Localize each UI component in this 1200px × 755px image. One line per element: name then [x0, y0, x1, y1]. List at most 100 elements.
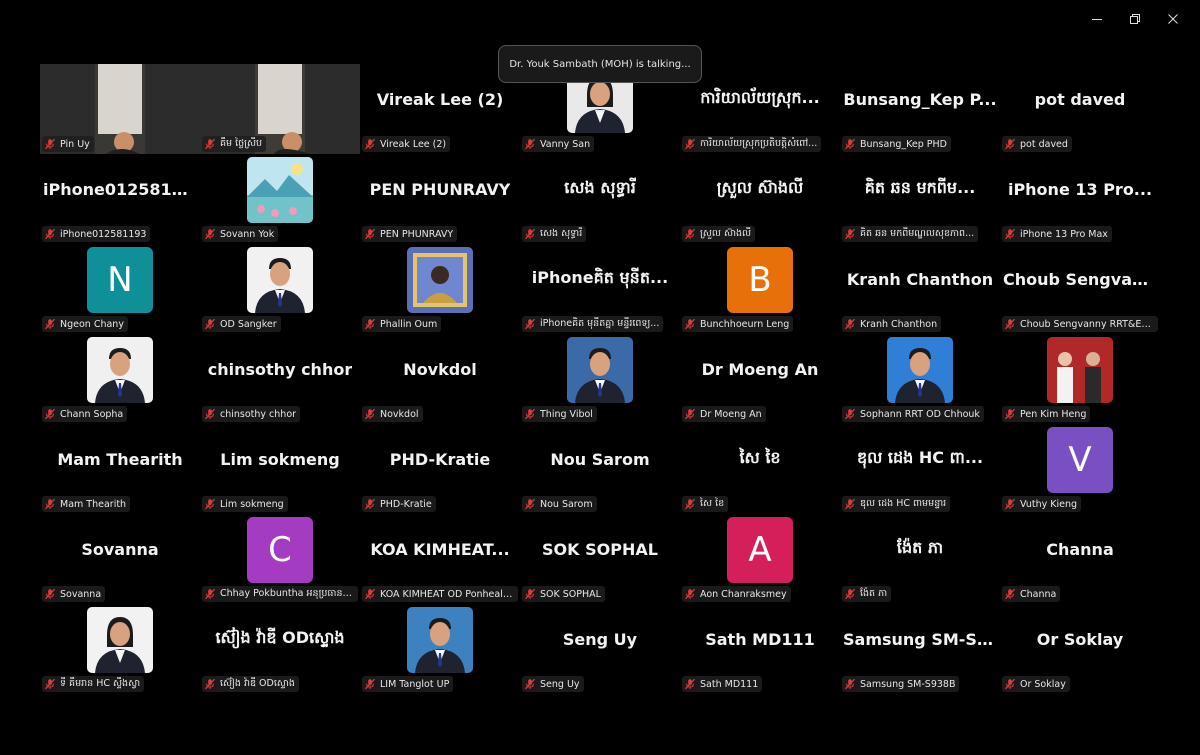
participant-tile[interactable]: iPhoneគិត មុនីត... iPhoneគិត មុនីតគ្នា មន…	[520, 244, 680, 334]
tile-content: ការិយាល័យស្រុក...	[680, 64, 840, 134]
participant-tile[interactable]: Sophann RRT OD Chhouk	[840, 334, 1000, 424]
tile-content: V	[1000, 424, 1160, 494]
participant-tile[interactable]: Thing Vibol	[520, 334, 680, 424]
participant-grid: Pin Uy គឹម ថ្លៃស្រីប Vireak Lee (2) Vireak …	[40, 64, 1160, 694]
participant-tile[interactable]: A Aon Chanraksmey	[680, 514, 840, 604]
participant-name-label: Phallin Oum	[362, 316, 442, 332]
participant-name: សៃ ខៃ	[700, 498, 725, 509]
participant-tile[interactable]: Sovanna Sovanna	[40, 514, 200, 604]
tile-content: Mam Thearith	[40, 424, 200, 494]
participant-name-label: គឹម ថ្លៃស្រីប	[202, 136, 267, 152]
participant-tile[interactable]: Samsung SM-S9... Samsung SM-S938B	[840, 604, 1000, 694]
participant-name: ទី គឹមរាន HC ស្ទឹងស្វា	[60, 678, 141, 689]
participant-tile[interactable]: chinsothy chhor chinsothy chhor	[200, 334, 360, 424]
participant-tile[interactable]: C Chhay Pokbuntha អនុប្រធាន ...	[200, 514, 360, 604]
minimize-icon[interactable]	[1078, 8, 1116, 30]
participant-tile[interactable]: SOK SOPHAL SOK SOPHAL	[520, 514, 680, 604]
participant-display-name: Vireak Lee (2)	[376, 89, 504, 109]
participant-tile[interactable]: Sath MD111 Sath MD111	[680, 604, 840, 694]
close-icon[interactable]	[1154, 8, 1192, 30]
tile-content: ឌុល ដេង HC ពា...	[840, 424, 1000, 494]
participant-tile[interactable]: OD Sangker	[200, 244, 360, 334]
participant-tile[interactable]: B Bunchhoeurn Leng	[680, 244, 840, 334]
muted-mic-icon	[205, 408, 215, 420]
participant-tile[interactable]: N Ngeon Chany	[40, 244, 200, 334]
participant-display-name: PEN PHUNRAVY	[369, 179, 511, 199]
participant-tile[interactable]: PEN PHUNRAVY PEN PHUNRAVY	[360, 154, 520, 244]
participant-tile[interactable]: Pen Kim Heng	[1000, 334, 1160, 424]
tile-content: Lim sokmeng	[200, 424, 360, 494]
participant-tile[interactable]: ស្រួល ស៊ាងលី ស្រួល ស៊ាងលី	[680, 154, 840, 244]
tile-content: pot daved	[1000, 64, 1160, 134]
participant-tile[interactable]: Nou Sarom Nou Sarom	[520, 424, 680, 514]
participant-name: Samsung SM-S938B	[860, 678, 956, 690]
participant-tile[interactable]: Sovann Yok	[200, 154, 360, 244]
participant-name: ស៊ៀង វ៉ាឌី ODស្ទោង	[220, 678, 295, 689]
participant-tile[interactable]: iPhone 13 Pro... iPhone 13 Pro Max	[1000, 154, 1160, 244]
participant-tile[interactable]: PHD-Kratie PHD-Kratie	[360, 424, 520, 514]
participant-tile[interactable]: KOA KIMHEAT... KOA KIMHEAT OD Ponhealeu	[360, 514, 520, 604]
participant-tile[interactable]: សេង សុទ្ធារី សេង សុទ្ធារី	[520, 154, 680, 244]
tile-content: KOA KIMHEAT...	[360, 514, 520, 584]
participant-tile[interactable]: Phallin Oum	[360, 244, 520, 334]
muted-mic-icon	[45, 678, 55, 690]
tile-content: ស្រួល ស៊ាងលី	[680, 154, 840, 224]
participant-tile[interactable]: LIM Tanglot UP	[360, 604, 520, 694]
muted-mic-icon	[525, 138, 535, 150]
participant-tile[interactable]: Lim sokmeng Lim sokmeng	[200, 424, 360, 514]
tile-content: iPhone012581193	[40, 154, 200, 224]
tile-content: សេង សុទ្ធារី	[520, 154, 680, 224]
participant-tile[interactable]: Kranh Chanthon Kranh Chanthon	[840, 244, 1000, 334]
participant-tile[interactable]: Dr Moeng An Dr Moeng An	[680, 334, 840, 424]
participant-tile[interactable]: ស៊ៀង វ៉ាឌី ODស្ទោង ស៊ៀង វ៉ាឌី ODស្ទោង	[200, 604, 360, 694]
participant-tile[interactable]: Choub Sengvan... Choub Sengvanny RRT&EPI …	[1000, 244, 1160, 334]
participant-tile[interactable]: Chann Sopha	[40, 334, 200, 424]
tile-content: Sath MD111	[680, 604, 840, 674]
participant-tile[interactable]: ង៉ែត ភា ង៉ែត ភា	[840, 514, 1000, 604]
participant-name-label: iPhone012581193	[42, 226, 151, 242]
participant-tile[interactable]: Mam Thearith Mam Thearith	[40, 424, 200, 514]
participant-name-label: Kranh Chanthon	[842, 316, 942, 332]
participant-name-label: PHD-Kratie	[362, 496, 436, 512]
participant-tile[interactable]: គិត ឆន មកពីម... គិត ឆន មកពីមណ្ឌលសុខភាព...	[840, 154, 1000, 244]
muted-mic-icon	[1005, 138, 1015, 150]
participant-tile[interactable]: iPhone012581193 iPhone012581193	[40, 154, 200, 244]
participant-tile[interactable]: Or Soklay Or Soklay	[1000, 604, 1160, 694]
participant-tile[interactable]: Channa Channa	[1000, 514, 1160, 604]
muted-mic-icon	[205, 678, 215, 690]
muted-mic-icon	[45, 318, 55, 330]
muted-mic-icon	[525, 228, 535, 240]
tile-content	[360, 244, 520, 314]
participant-tile[interactable]: គឹម ថ្លៃស្រីប	[200, 64, 360, 154]
participant-name-label: ង៉ែត ភា	[842, 586, 892, 602]
participant-name-label: Channa	[1002, 586, 1061, 602]
participant-name-label: ស៊ៀង វ៉ាឌី ODស្ទោង	[202, 676, 299, 692]
muted-mic-icon	[1005, 588, 1015, 600]
participant-tile[interactable]: Novkdol Novkdol	[360, 334, 520, 424]
muted-mic-icon	[845, 678, 855, 690]
restore-icon[interactable]	[1116, 8, 1154, 30]
participant-tile[interactable]: ការិយាល័យស្រុក... ការិយាល័យស្រុកប្រតិបត្ត…	[680, 64, 840, 154]
participant-tile[interactable]: pot daved pot daved	[1000, 64, 1160, 154]
muted-mic-icon	[525, 408, 535, 420]
tile-content	[520, 334, 680, 404]
muted-mic-icon	[685, 228, 695, 240]
participant-name: chinsothy chhor	[220, 408, 297, 420]
participant-tile[interactable]: Bunsang_Kep P... Bunsang_Kep PHD	[840, 64, 1000, 154]
participant-tile[interactable]: ទី គឹមរាន HC ស្ទឹងស្វា	[40, 604, 200, 694]
participant-tile[interactable]: V Vuthy Kieng	[1000, 424, 1160, 514]
participant-tile[interactable]: Vireak Lee (2) Vireak Lee (2)	[360, 64, 520, 154]
participant-name-label: KOA KIMHEAT OD Ponhealeu	[362, 586, 518, 602]
participant-name-label: Chhay Pokbuntha អនុប្រធាន ...	[202, 586, 358, 602]
participant-tile[interactable]: Seng Uy Seng Uy	[520, 604, 680, 694]
participant-name: Mam Thearith	[60, 498, 127, 510]
participant-tile[interactable]: Pin Uy	[40, 64, 200, 154]
muted-mic-icon	[1005, 318, 1015, 330]
participant-name: Channa	[1020, 588, 1057, 600]
participant-tile[interactable]: សៃ ខៃ សៃ ខៃ	[680, 424, 840, 514]
participant-name: Chann Sopha	[60, 408, 124, 420]
participant-name: Sophann RRT OD Chhouk	[860, 408, 980, 420]
participant-tile[interactable]: ឌុល ដេង HC ពា... ឌុល ដេង HC ពាមមន្ទារ	[840, 424, 1000, 514]
muted-mic-icon	[365, 408, 375, 420]
participant-name-label: iPhoneគិត មុនីតគ្នា មន្ទីរពេទ្យ...	[522, 316, 664, 332]
